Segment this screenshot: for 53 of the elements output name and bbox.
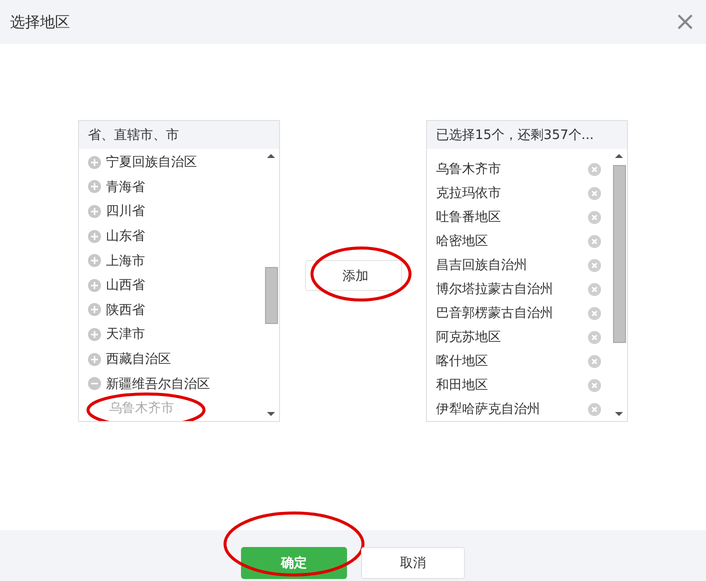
selected-item: 和田地区	[436, 377, 488, 394]
selected-item: 吐鲁番地区	[436, 209, 501, 226]
tree-item[interactable]: 天津市	[106, 325, 145, 344]
tree-item[interactable]: 陕西省	[106, 300, 145, 319]
minus-icon[interactable]	[88, 377, 101, 390]
tree-item[interactable]: 新疆维吾尔自治区	[106, 374, 210, 393]
plus-icon[interactable]	[88, 303, 101, 316]
plus-icon[interactable]	[88, 230, 101, 243]
plus-icon[interactable]	[88, 352, 101, 366]
plus-icon[interactable]	[88, 204, 101, 218]
selected-item: 巴音郭楞蒙古自治州	[436, 305, 553, 322]
remove-icon[interactable]	[588, 378, 601, 392]
plus-icon[interactable]	[88, 328, 101, 341]
remove-icon[interactable]	[588, 402, 601, 416]
selected-item: 喀什地区	[436, 353, 488, 370]
window-title: 选择地区	[10, 12, 70, 32]
remove-icon[interactable]	[588, 306, 601, 320]
scroll-up-icon[interactable]	[267, 154, 275, 158]
tree-item[interactable]: 四川省	[106, 202, 145, 220]
selected-item: 哈密地区	[436, 233, 488, 250]
remove-icon[interactable]	[588, 210, 601, 224]
tree-item[interactable]: 山西省	[106, 276, 145, 294]
remove-icon[interactable]	[588, 186, 601, 200]
tree-item[interactable]: 山东省	[106, 227, 145, 246]
selected-item: 阿克苏地区	[436, 329, 501, 346]
cancel-button[interactable]: 取消	[361, 547, 465, 579]
plus-icon[interactable]	[88, 278, 101, 292]
scroll-down-icon[interactable]	[267, 412, 275, 416]
selected-item: 伊犁哈萨克自治州	[436, 401, 540, 418]
plus-icon[interactable]	[88, 180, 101, 194]
list-header: 已选择15个，还剩357个...	[427, 121, 627, 149]
scrollbar-thumb[interactable]	[264, 267, 278, 324]
scroll-up-icon[interactable]	[615, 154, 623, 158]
remove-icon[interactable]	[588, 354, 601, 368]
plus-icon[interactable]	[88, 254, 101, 268]
remove-icon[interactable]	[588, 330, 601, 344]
add-button[interactable]: 添加	[304, 260, 402, 291]
selected-item: 乌鲁木齐市	[436, 161, 501, 178]
selected-item: 昌吉回族自治州	[436, 257, 527, 274]
tree-item[interactable]: 青海省	[106, 178, 145, 196]
remove-icon[interactable]	[588, 282, 601, 296]
tree-item[interactable]: 西藏自治区	[106, 350, 171, 368]
plus-icon[interactable]	[88, 156, 101, 169]
list-header: 省、直辖市、市	[79, 121, 279, 149]
scrollbar-thumb[interactable]	[612, 165, 626, 343]
remove-icon[interactable]	[588, 162, 601, 176]
remove-icon[interactable]	[588, 234, 601, 248]
remove-icon[interactable]	[588, 258, 601, 272]
selected-item: 博尔塔拉蒙古自治州	[436, 281, 553, 298]
tree-item[interactable]: 宁夏回族自治区	[106, 153, 197, 172]
selected-item: 克拉玛依市	[436, 185, 501, 202]
scroll-down-icon[interactable]	[615, 412, 623, 416]
tree-item[interactable]: 上海市	[106, 252, 145, 270]
